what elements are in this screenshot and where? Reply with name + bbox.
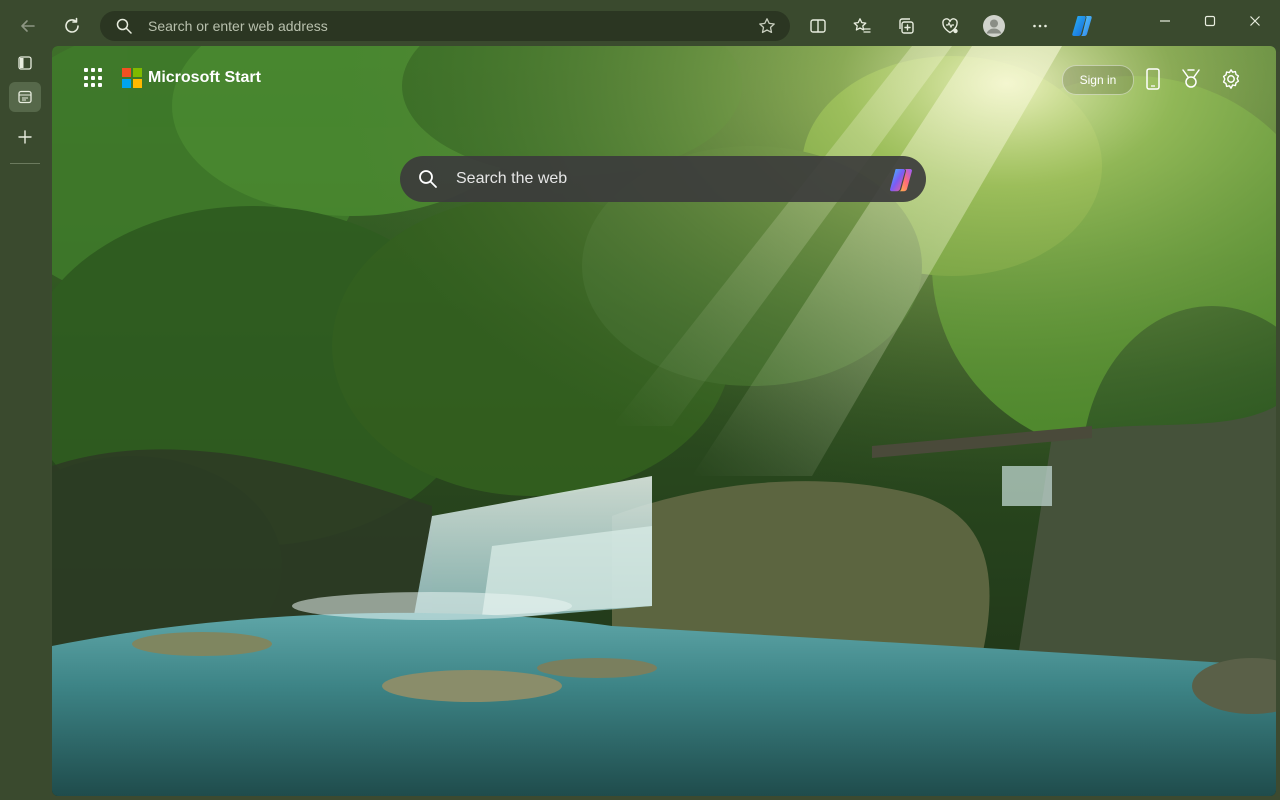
back-button[interactable] (12, 10, 44, 42)
rewards-icon (1182, 69, 1200, 88)
tab-actions-icon (18, 56, 32, 70)
close-icon (1250, 16, 1260, 26)
browser-toolbar: Search or enter web address (0, 0, 1280, 52)
copilot-button[interactable] (1066, 10, 1098, 42)
web-search-box[interactable]: Search the web (400, 156, 926, 202)
settings-icon (1222, 69, 1240, 89)
tab-icon (18, 90, 32, 104)
app-launcher-icon[interactable] (84, 68, 104, 88)
mobile-icon (1146, 68, 1160, 90)
search-icon (419, 170, 437, 188)
address-placeholder: Search or enter web address (148, 18, 328, 34)
vertical-tab-strip (0, 46, 50, 800)
refresh-icon (65, 17, 79, 33)
profile-button[interactable] (978, 10, 1010, 42)
search-placeholder: Search the web (456, 170, 568, 187)
mobile-button[interactable] (1140, 66, 1166, 92)
more-button[interactable] (1024, 10, 1056, 42)
copilot-icon[interactable] (886, 165, 916, 195)
new-tab-icon (18, 130, 32, 144)
back-icon (21, 20, 35, 32)
profile-icon (983, 15, 1005, 37)
microsoft-logo-icon (122, 68, 142, 88)
split-screen-button[interactable] (802, 10, 834, 42)
brand-name[interactable]: Microsoft Start (148, 69, 261, 87)
minimize-button[interactable] (1150, 8, 1180, 34)
new-tab-button[interactable] (9, 122, 41, 152)
maximize-icon (1204, 15, 1216, 27)
brand-header: Microsoft Start (84, 66, 261, 90)
settings-button[interactable] (1218, 66, 1244, 92)
close-button[interactable] (1240, 8, 1270, 34)
favorite-star-icon[interactable] (758, 17, 776, 35)
favorites-icon (853, 18, 871, 33)
favorites-button[interactable] (846, 10, 878, 42)
split-screen-icon (810, 19, 826, 33)
address-bar[interactable]: Search or enter web address (100, 11, 790, 41)
refresh-button[interactable] (56, 10, 88, 42)
minimize-icon (1160, 20, 1170, 22)
tab-actions-button[interactable] (9, 48, 41, 78)
search-icon (116, 18, 132, 34)
collections-button[interactable] (890, 10, 922, 42)
more-icon (1033, 24, 1047, 28)
maximize-button[interactable] (1195, 8, 1225, 34)
sign-in-button[interactable]: Sign in (1062, 65, 1134, 95)
rewards-button[interactable] (1178, 66, 1204, 92)
browser-essentials-button[interactable] (934, 10, 966, 42)
collections-icon (899, 18, 914, 34)
browser-essentials-icon (942, 18, 958, 34)
active-tab[interactable] (9, 82, 41, 112)
sidebar-divider (10, 163, 40, 164)
page-viewport: Microsoft Start Sign in Search the web (52, 46, 1276, 796)
copilot-icon (1072, 16, 1092, 36)
